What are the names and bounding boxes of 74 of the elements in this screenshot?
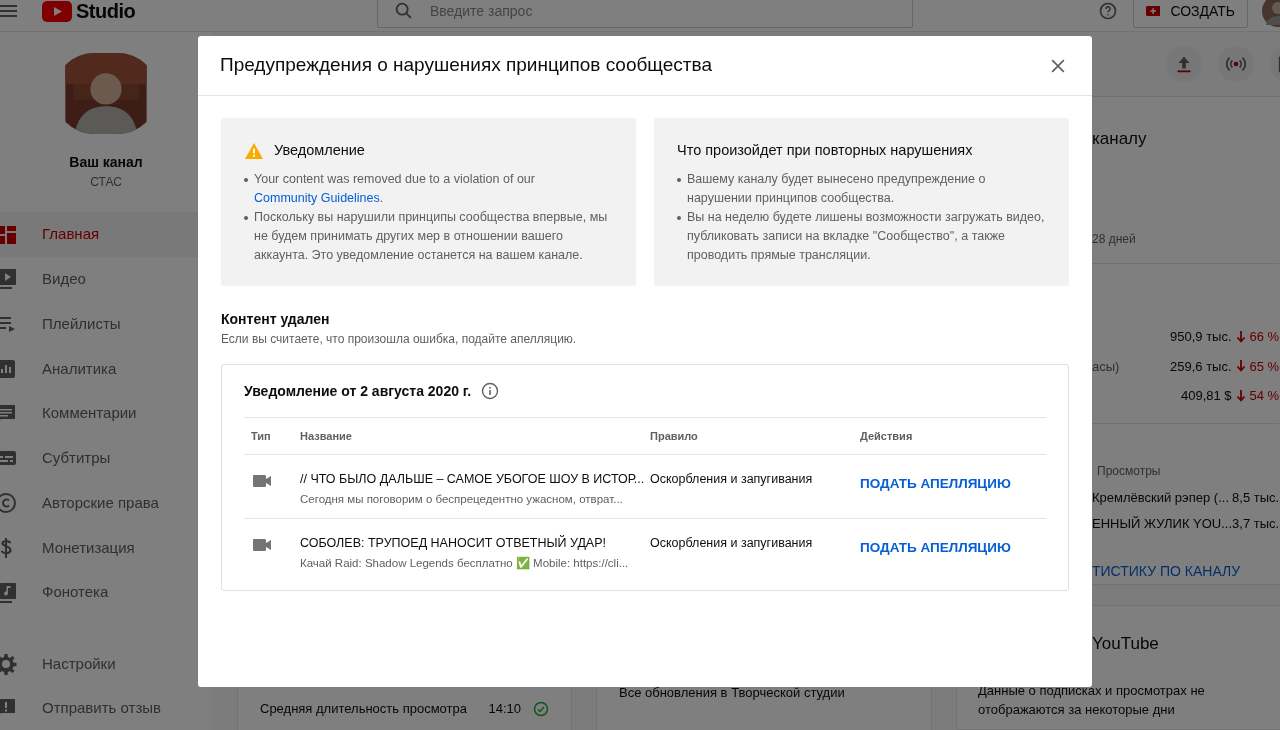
channel-label: Ваш канал (68, 153, 144, 173)
sidebar-item[interactable]: Аналитика (0, 346, 198, 392)
sidebar-item[interactable]: Отправить отзыв (0, 686, 198, 730)
sidebar-item[interactable]: Монетизация (0, 525, 198, 571)
video-title: Кремлёвский рэпер (... (1092, 488, 1229, 507)
column-header: Название (300, 428, 353, 444)
appeal-link[interactable]: ПОДАТЬ АПЕЛЛЯЦИЮ (860, 540, 1011, 555)
help-icon[interactable] (1098, 1, 1118, 21)
column-header: Тип (250, 428, 272, 444)
panel-heading: Уведомление (274, 141, 365, 161)
sidebar-item[interactable]: Настройки (0, 642, 198, 686)
sidebar-item[interactable]: Авторские права (0, 480, 198, 526)
metric-value: 950,9 тыс. (1170, 328, 1232, 346)
analytics-link[interactable]: ТИСТИКУ ПО КАНАЛУ (1092, 560, 1280, 581)
dialog-title: Предупреждения о нарушениях принципов сообщества (220, 53, 712, 78)
metric-change: 66 % (1249, 328, 1280, 346)
video-camera-icon (253, 538, 271, 552)
bullet-text: Поскольку вы нарушили принципы сообщества впервые, мы не будем принимать других мер в отношении вашего аккаунта. Это уведомление останется на вашем канале. (254, 209, 609, 264)
appeal-link[interactable]: ПОДАТЬ АПЕЛЛЯЦИЮ (860, 476, 1011, 491)
video-title: // ЧТО БЫЛО ДАЛЬШЕ – САМОЕ УБОГОЕ ШОУ В ИСТОР... (300, 471, 646, 487)
card-text: Данные о подписках и просмотрах не отображаются за некоторые дни (978, 682, 1206, 719)
bullet-text: Your content was removed due to a violation of our Community Guidelines. (254, 171, 536, 207)
sidebar-item[interactable]: Субтитры (0, 436, 198, 481)
view-count: 3,7 тыс. (1232, 514, 1280, 533)
create-button[interactable]: СОЗДАТЬ (1133, 0, 1248, 28)
metric-label: асы) (1092, 357, 1120, 376)
panel-heading: Что произойдет при повторных нарушениях (677, 141, 973, 161)
video-description: Качай Raid: Shadow Legends бесплатно ✅ Mobile: https://cli... (300, 555, 630, 571)
card-title: каналу (1092, 128, 1148, 150)
arrow-down-icon (1235, 360, 1246, 373)
arrow-down-icon (1235, 389, 1246, 402)
sidebar-item[interactable]: Комментарии (0, 391, 198, 436)
section-subtitle: Если вы считаете, что произошла ошибка, подайте апелляцию. (221, 331, 578, 347)
period-label: 28 дней (1092, 231, 1137, 247)
warning-icon (244, 142, 264, 160)
sidebar-item[interactable]: Главная (0, 212, 198, 257)
sidebar-item[interactable]: Видео (0, 257, 198, 302)
metric-change: 65 % (1249, 357, 1280, 376)
copyright-icon (0, 491, 18, 516)
column-header: Просмотры (1097, 462, 1162, 479)
news-title: Все обновления в Творческой студии (619, 685, 845, 700)
guidelines-link[interactable]: Community Guidelines (254, 191, 380, 205)
check-circle-icon (533, 701, 549, 717)
card-title: YouTube (1092, 633, 1160, 655)
video-plus-icon (1146, 4, 1161, 18)
search-field[interactable]: Введите запрос (377, 0, 913, 28)
channel-name: СТАС (89, 174, 123, 191)
rule-cell-text: Оскорбления и запугивания (650, 471, 814, 487)
metric-change: 54 % (1249, 387, 1280, 405)
video-title: СОБОЛЕВ: ТРУПОЕД НАНОСИТ ОТВЕТНЫЙ УДАР! (300, 535, 607, 551)
broadcast-button[interactable] (1218, 46, 1254, 82)
arrow-down-icon (1235, 330, 1246, 343)
section-heading: Контент удален (221, 310, 331, 329)
metric-value: 409,81 $ (1180, 387, 1232, 405)
sidebar-item[interactable]: Плейлисты (0, 301, 198, 347)
logo-text: Studio (76, 0, 136, 22)
info-icon[interactable] (481, 382, 500, 400)
rule-cell-text: Оскорбления и запугивания (650, 535, 814, 551)
video-camera-icon (253, 474, 271, 488)
column-header: Действия (860, 428, 914, 444)
card-title: Уведомление от 2 августа 2020 г. (244, 381, 472, 401)
column-header: Правило (650, 428, 699, 444)
logo-icon[interactable] (42, 0, 72, 22)
bullet-text: Вашему каналу будет вынесено предупреждение о нарушении принципов сообщества. (687, 171, 987, 207)
video-description: Сегодня мы поговорим о беспрецедентно ужасном, отврат... (300, 492, 624, 507)
metric-value: 14:10 (488, 700, 521, 718)
metric-label: Средняя длительность просмотра (260, 700, 467, 718)
metric-value: 259,6 тыс. (1170, 357, 1232, 376)
sidebar-item[interactable]: Фонотека (0, 570, 198, 615)
bullet-text: Вы на неделю будете лишены возможности загружать видео, публиковать записи на вкладке "Сообщество", а также проводить прямые трансляции. (687, 209, 1046, 264)
settings-icon (0, 652, 18, 676)
view-count: 8,5 тыс. (1232, 488, 1280, 507)
video-title: ЕННЫЙ ЖУЛИК YOU... (1092, 514, 1233, 533)
upload-button[interactable] (1166, 46, 1202, 82)
